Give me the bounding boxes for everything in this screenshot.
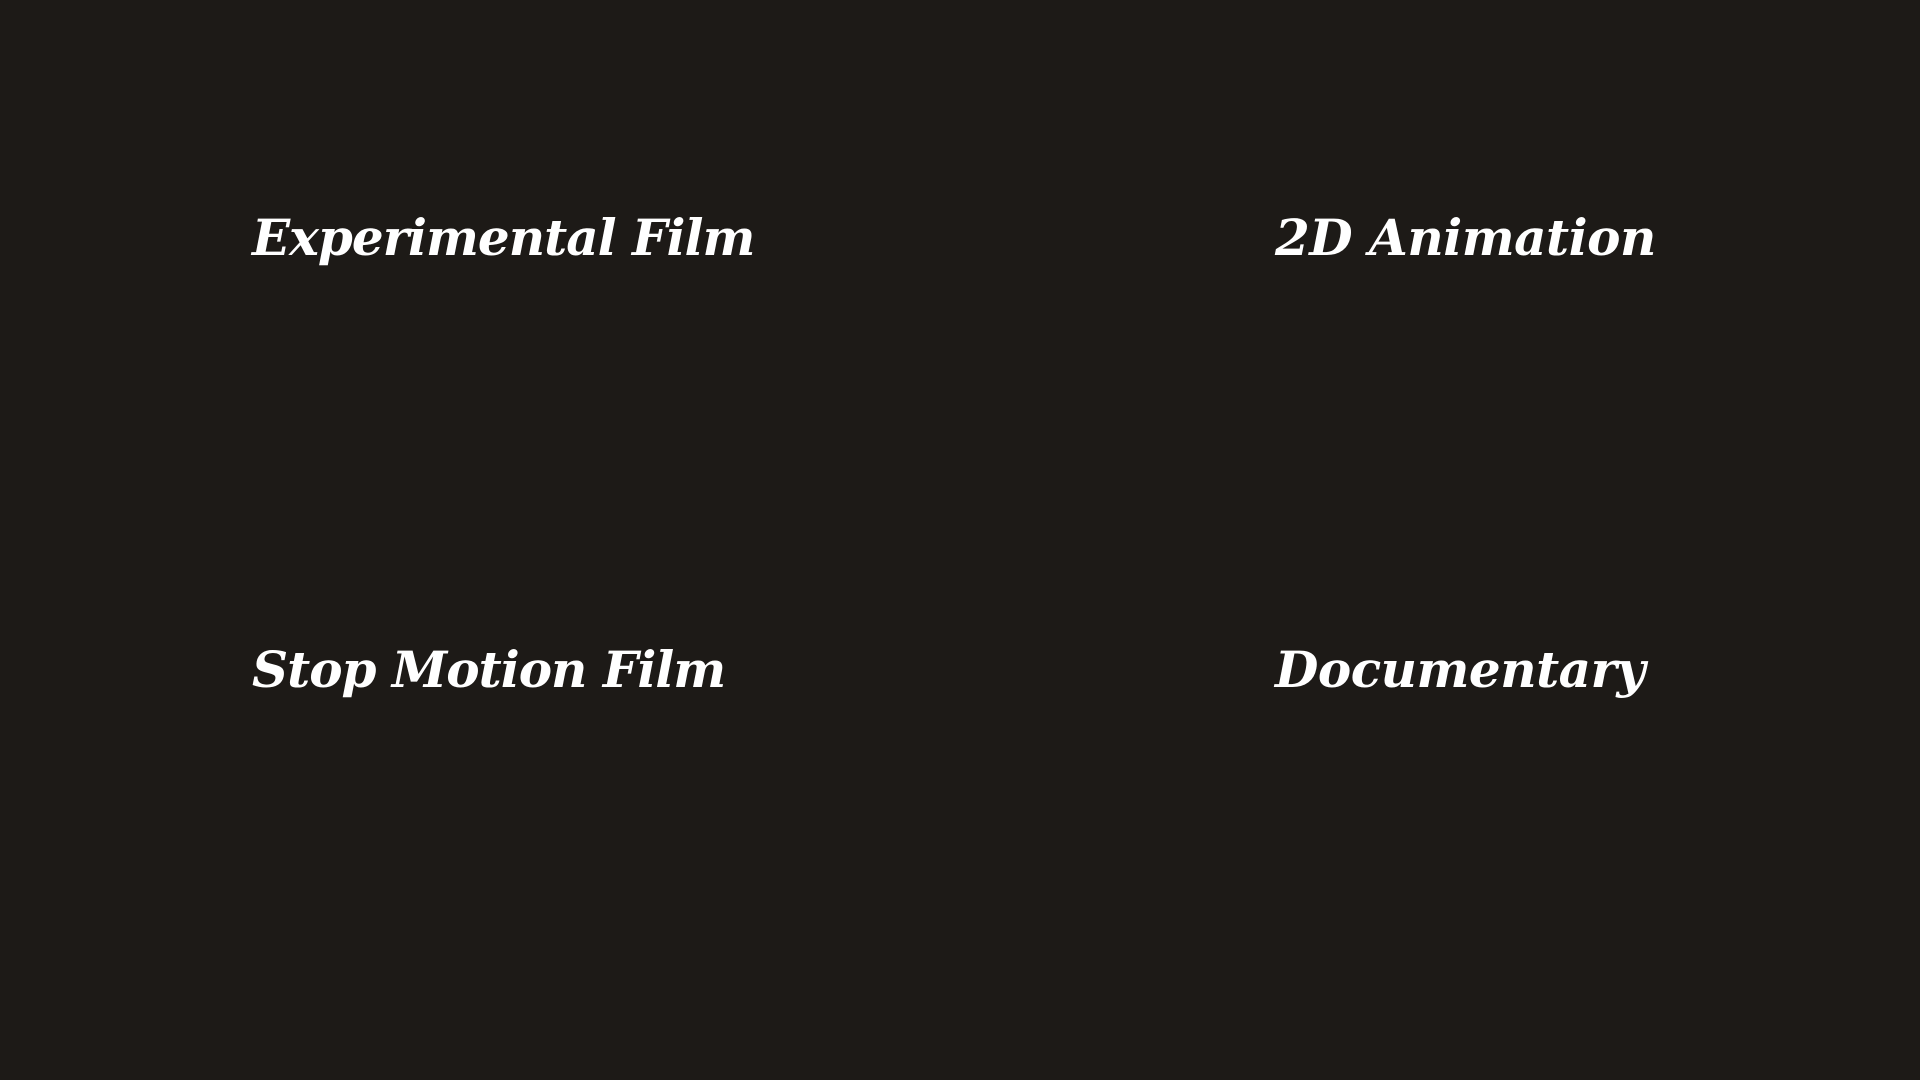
- category-link-2d-animation[interactable]: 2D Animation: [1275, 213, 1656, 263]
- category-link-experimental-film[interactable]: Experimental Film: [252, 213, 755, 263]
- category-link-stop-motion-film[interactable]: Stop Motion Film: [252, 645, 726, 695]
- category-link-documentary[interactable]: Documentary: [1275, 645, 1645, 695]
- category-grid: Experimental Film 2D Animation Stop Moti…: [0, 0, 1920, 1080]
